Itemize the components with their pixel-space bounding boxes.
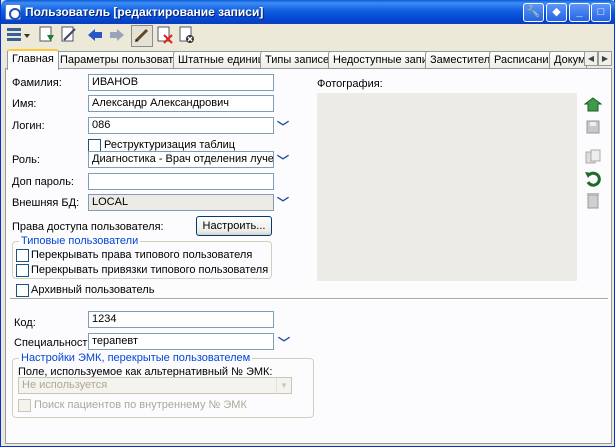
search-internal-label: Поиск пациентов по внутреннему № ЭМК	[34, 399, 247, 411]
minimize-button[interactable]: _	[569, 3, 590, 22]
title-bar[interactable]: Пользователь [редактирование записи] 🔧 ◆…	[1, 0, 615, 24]
login-input[interactable]: 086	[88, 117, 274, 134]
photo-label: Фотография:	[317, 78, 383, 90]
speciality-input[interactable]: терапевт	[88, 333, 274, 350]
access-rights-label: Права доступа пользователя:	[12, 221, 164, 233]
user-edit-window: Пользователь [редактирование записи] 🔧 ◆…	[0, 0, 615, 447]
external-db-value: LOCAL	[92, 196, 129, 208]
tab-documents[interactable]: Докуме	[549, 51, 587, 69]
external-db-label: Внешняя БД:	[12, 197, 80, 209]
tab-scroll-left-icon[interactable]: ◀	[584, 51, 598, 66]
photo-area[interactable]	[317, 93, 577, 281]
back-arrow-icon[interactable]	[85, 26, 105, 46]
close-document-icon[interactable]	[177, 26, 197, 46]
speciality-label: Специальность:	[14, 337, 97, 349]
login-chevron-icon[interactable]: ﹀	[276, 121, 290, 135]
code-input[interactable]: 1234	[88, 311, 274, 328]
alt-field-value: Не используется	[22, 379, 108, 391]
override-rights-checkbox[interactable]	[16, 249, 29, 262]
speciality-chevron-icon[interactable]: ﹀	[277, 337, 291, 351]
edit-document-icon[interactable]	[59, 26, 79, 46]
role-chevron-icon[interactable]: ﹀	[276, 155, 290, 169]
load-photo-icon[interactable]	[583, 97, 603, 115]
window-title: Пользователь [редактирование записи]	[25, 5, 264, 19]
alt-field-dropdown-icon[interactable]: ▼	[276, 378, 291, 393]
surname-input[interactable]: ИВАНОВ	[88, 74, 274, 91]
alt-field-select[interactable]: Не используется ▼	[18, 377, 292, 394]
external-db-select[interactable]: LOCAL	[88, 194, 274, 211]
archive-user-label: Архивный пользователь	[31, 284, 155, 296]
extra-password-label: Доп пароль:	[12, 176, 74, 188]
copy-photo-icon[interactable]	[584, 149, 602, 167]
app-icon	[5, 4, 21, 20]
separator	[10, 298, 608, 300]
surname-label: Фамилия:	[12, 77, 62, 89]
tab-strip: Главная Параметры пользователя Штатные е…	[5, 49, 612, 70]
document-down-icon[interactable]	[37, 26, 57, 46]
login-label: Логин:	[12, 120, 45, 132]
delete-document-icon[interactable]	[155, 26, 175, 46]
override-rights-label: Перекрывать права типового пользователя	[31, 249, 253, 261]
restructure-label: Реструктуризация таблиц	[104, 139, 236, 151]
role-select[interactable]: Диагностика - Врач отделения лучевой диа	[88, 151, 274, 168]
name-input[interactable]: Александр Александрович	[88, 95, 274, 112]
search-internal-checkbox[interactable]	[18, 399, 31, 412]
toolbar	[3, 24, 614, 48]
save-photo-icon[interactable]	[584, 119, 602, 137]
archive-user-checkbox[interactable]	[16, 284, 29, 297]
role-label: Роль:	[12, 154, 40, 166]
tab-scroll-right-icon[interactable]: ▶	[598, 51, 612, 66]
tools-button[interactable]: 🔧	[523, 3, 544, 22]
extra-password-input[interactable]	[88, 173, 274, 190]
name-label: Имя:	[12, 98, 37, 110]
external-db-chevron-icon[interactable]: ﹀	[276, 197, 290, 211]
override-bindings-label: Перекрывать привязки типового пользовате…	[31, 264, 269, 276]
maximize-button[interactable]: □	[591, 3, 611, 22]
forward-arrow-icon[interactable]	[107, 26, 127, 46]
tab-main[interactable]: Главная	[7, 49, 59, 70]
override-bindings-checkbox[interactable]	[16, 264, 29, 277]
menu-list-icon[interactable]	[5, 26, 33, 46]
pen-icon[interactable]	[131, 25, 153, 47]
role-value: Диагностика - Врач отделения лучевой диа	[92, 153, 274, 165]
configure-button[interactable]: Настроить...	[196, 216, 272, 236]
emk-settings-group-title: Настройки ЭМК, перекрытые пользователем	[19, 352, 253, 364]
help-button[interactable]: ◆	[546, 3, 567, 22]
code-label: Код:	[14, 317, 36, 329]
tab-scroll: ◀ ▶	[584, 51, 612, 66]
typical-users-group-title: Типовые пользователи	[19, 235, 141, 247]
undo-photo-icon[interactable]	[584, 169, 602, 187]
delete-photo-icon[interactable]	[584, 191, 602, 209]
main-tab-panel: Фамилия: ИВАНОВ Имя: Александр Александр…	[5, 68, 612, 444]
